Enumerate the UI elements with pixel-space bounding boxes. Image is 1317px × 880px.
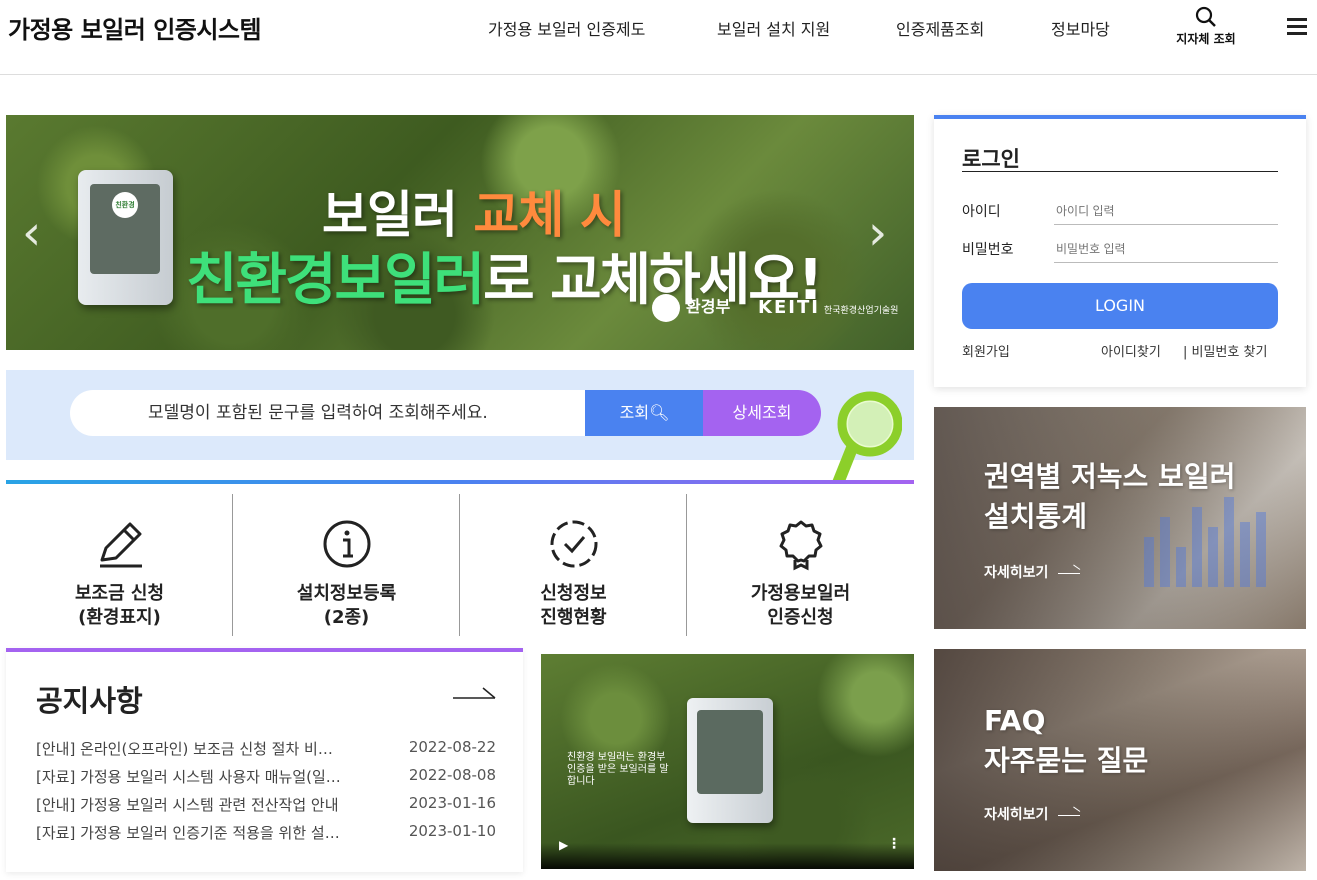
site-header: 가정용 보일러 인증시스템 가정용 보일러 인증제도 보일러 설치 지원 인증제… (0, 0, 1317, 75)
ministry-logo: 환경부 (652, 293, 730, 322)
keiti-logo: KEITI 한국환경산업기술원 (758, 297, 899, 318)
promo-more-link[interactable]: 자세히보기 (984, 804, 1081, 824)
check-circle-icon (550, 520, 597, 568)
quick-label-2: 설치정보등록 (2종) (296, 583, 397, 628)
search-icon (1195, 6, 1216, 27)
promo-video[interactable]: 친환경 보일러는 환경부 인증을 받은 보일러를 말합니다 ▶ ⋮ (541, 654, 914, 869)
quick-subsidy-apply[interactable]: 보조금 신청 (환경표지) (6, 494, 233, 636)
find-password-link[interactable]: | 비밀번호 찾기 (1183, 341, 1267, 360)
notice-item[interactable]: [안내] 온라인(오프라인) 보조금 신청 절차 비… 2022-08-22 (36, 738, 496, 762)
id-label: 아이디 (962, 204, 1001, 220)
nav-certification-system[interactable]: 가정용 보일러 인증제도 (488, 16, 645, 40)
menu-icon[interactable] (1287, 18, 1307, 35)
quick-label-3: 신청정보 진행현황 (540, 583, 607, 628)
model-search-input[interactable]: 모델명이 포함된 문구를 입력하여 조회해주세요. (70, 390, 586, 436)
local-gov-search-button[interactable]: 지자체 조회 (1170, 6, 1242, 47)
promo-faq[interactable]: FAQ 자주묻는 질문 자세히보기 (934, 649, 1306, 871)
id-input[interactable] (1054, 197, 1278, 225)
model-search-panel: 모델명이 포함된 문구를 입력하여 조회해주세요. 조회🔍︎ 상세조회 (6, 370, 914, 460)
boiler-image: 친환경 (78, 170, 173, 305)
promo-more-link[interactable]: 자세히보기 (984, 562, 1081, 582)
quick-label-1: 보조금 신청 (환경표지) (74, 583, 165, 628)
promo-title: FAQ 자주묻는 질문 (984, 704, 1149, 777)
promo-installation-stats[interactable]: 권역별 저녹스 보일러 설치통계 자세히보기 (934, 407, 1306, 629)
notice-item[interactable]: [자료] 가정용 보일러 인증기준 적용을 위한 설… 2023-01-10 (36, 822, 496, 846)
local-gov-search-label: 지자체 조회 (1176, 32, 1236, 46)
promo-title: 권역별 저녹스 보일러 설치통계 (984, 460, 1236, 533)
play-icon[interactable]: ▶ (559, 838, 568, 852)
quick-certification-apply[interactable]: 가정용보일러 인증신청 (687, 494, 914, 636)
notice-item[interactable]: [안내] 가정용 보일러 시스템 관련 전산작업 안내 2023-01-16 (36, 794, 496, 818)
quick-menu: 보조금 신청 (환경표지) 설치정보등록 (2종) 신청정보 진행현황 가정용보일러 인… (6, 480, 914, 650)
detail-search-button[interactable]: 상세조회 (703, 390, 821, 436)
password-input[interactable] (1054, 235, 1278, 263)
find-id-link[interactable]: 아이디찾기 (1101, 341, 1161, 360)
search-button[interactable]: 조회🔍︎ (585, 390, 704, 436)
notice-board: 공지사항 [안내] 온라인(오프라인) 보조금 신청 절차 비… 2022-08-… (6, 648, 523, 872)
pencil-icon (99, 522, 142, 568)
nav-product-lookup[interactable]: 인증제품조회 (896, 16, 984, 40)
arrow-right-icon[interactable] (453, 686, 497, 702)
site-title[interactable]: 가정용 보일러 인증시스템 (8, 10, 262, 45)
login-button[interactable]: LOGIN (962, 283, 1278, 329)
arrow-right-icon (1058, 572, 1081, 574)
quick-application-status[interactable]: 신청정보 진행현황 (460, 494, 687, 636)
login-title: 로그인 (962, 147, 1020, 171)
notice-item[interactable]: [자료] 가정용 보일러 시스템 사용자 매뉴얼(일… 2022-08-08 (36, 766, 496, 790)
arrow-right-icon (1058, 814, 1081, 816)
boiler-image (687, 698, 773, 823)
quick-label-4: 가정용보일러 인증신청 (750, 583, 851, 628)
video-caption: 친환경 보일러는 환경부 인증을 받은 보일러를 말합니다 (567, 752, 669, 787)
search-icon: 🔍︎ (649, 403, 670, 422)
banner-next-icon[interactable]: › (868, 205, 887, 261)
quick-install-register[interactable]: 설치정보등록 (2종) (233, 494, 460, 636)
eco-badge: 친환경 (112, 192, 138, 218)
notice-title: 공지사항 (36, 684, 143, 718)
award-icon (779, 520, 822, 571)
info-icon (323, 520, 370, 568)
main-banner[interactable]: ‹ › 친환경 보일러 교체 시 친환경보일러로 교체하세요! 환경부 KEIT… (6, 115, 914, 350)
login-panel: 로그인 아이디 비밀번호 LOGIN 회원가입 아이디찾기 | 비밀번호 찾기 (934, 115, 1306, 387)
banner-prev-icon[interactable]: ‹ (22, 205, 41, 261)
nav-info-board[interactable]: 정보마당 (1051, 16, 1110, 40)
signup-link[interactable]: 회원가입 (962, 341, 1010, 360)
password-label: 비밀번호 (962, 242, 1014, 258)
nav-installation-support[interactable]: 보일러 설치 지원 (717, 16, 830, 40)
more-vertical-icon[interactable]: ⋮ (887, 836, 901, 852)
